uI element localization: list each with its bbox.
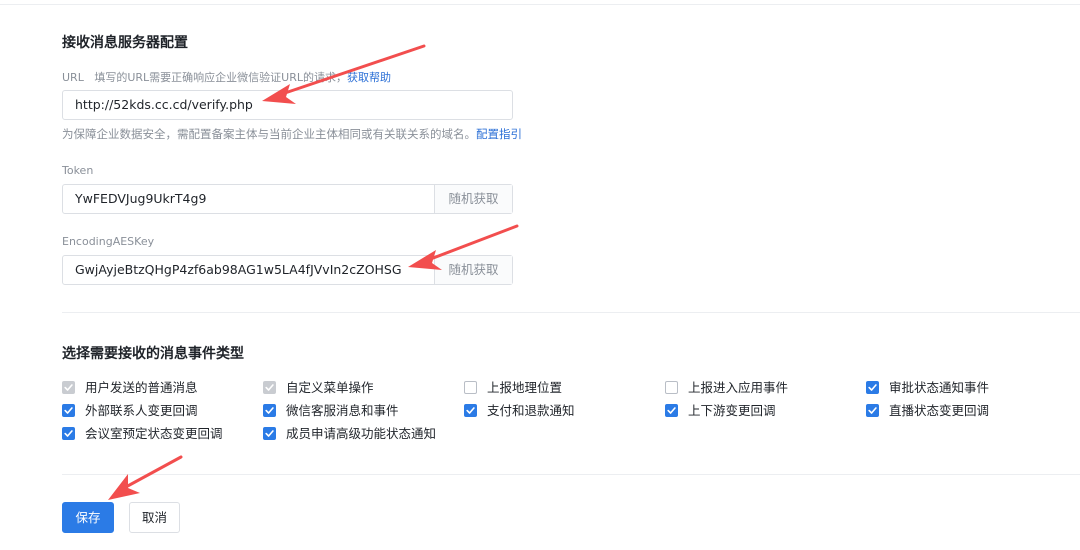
- event-checkbox: [263, 381, 276, 394]
- event-checkbox-label: 微信客服消息和事件: [286, 403, 399, 418]
- event-checkbox-label: 成员申请高级功能状态通知: [286, 426, 437, 441]
- event-checkbox[interactable]: [866, 404, 879, 417]
- event-checkbox-item[interactable]: 外部联系人变更回调: [62, 402, 252, 420]
- token-input-value: YwFEDVJug9UkrT4g9: [75, 191, 207, 206]
- url-label: URL: [62, 71, 84, 84]
- server-config-title: 接收消息服务器配置: [62, 35, 188, 51]
- event-checkbox[interactable]: [464, 381, 477, 394]
- event-checkbox[interactable]: [263, 404, 276, 417]
- event-checkbox-label: 上报地理位置: [487, 380, 563, 395]
- url-description: 填写的URL需要正确响应企业微信验证URL的请求，: [94, 71, 347, 84]
- url-label-row: URL 填写的URL需要正确响应企业微信验证URL的请求，获取帮助: [62, 69, 391, 85]
- event-checkbox[interactable]: [866, 381, 879, 394]
- event-checkbox-label: 上报进入应用事件: [688, 380, 789, 395]
- url-hint: 为保障企业数据安全，需配置备案主体与当前企业主体相同或有关联关系的域名。配置指引: [62, 126, 522, 142]
- event-checkbox[interactable]: [62, 404, 75, 417]
- event-checkbox-label: 支付和退款通知: [487, 403, 575, 418]
- url-input-value: http://52kds.cc.cd/verify.php: [75, 97, 253, 112]
- save-button[interactable]: 保存: [62, 502, 114, 533]
- event-checkbox-item[interactable]: 会议室预定状态变更回调: [62, 425, 252, 443]
- url-help-link[interactable]: 获取帮助: [347, 71, 391, 84]
- event-checkbox[interactable]: [665, 404, 678, 417]
- cancel-button[interactable]: 取消: [129, 502, 180, 533]
- actions-divider: [62, 474, 1080, 475]
- event-checkbox-label: 审批状态通知事件: [889, 380, 990, 395]
- event-checkbox: [62, 381, 75, 394]
- event-checkbox-item[interactable]: 上报地理位置: [464, 379, 654, 397]
- event-checkbox-label: 上下游变更回调: [688, 403, 776, 418]
- event-checkbox-item[interactable]: 支付和退款通知: [464, 402, 654, 420]
- url-guide-link[interactable]: 配置指引: [476, 127, 522, 141]
- event-checkbox-label: 直播状态变更回调: [889, 403, 990, 418]
- top-divider: [0, 4, 1080, 5]
- event-checkbox-item[interactable]: 微信客服消息和事件: [263, 402, 453, 420]
- event-checkbox-item[interactable]: 上报进入应用事件: [665, 379, 855, 397]
- event-checkbox[interactable]: [665, 381, 678, 394]
- event-checkbox[interactable]: [464, 404, 477, 417]
- token-random-button[interactable]: 随机获取: [434, 185, 512, 213]
- aes-key-random-button[interactable]: 随机获取: [434, 256, 512, 284]
- event-checkbox[interactable]: [62, 427, 75, 440]
- event-checkbox-item[interactable]: 上下游变更回调: [665, 402, 855, 420]
- aes-key-input-value: GwjAyjeBtzQHgP4zf6ab98AG1w5LA4fJVvIn2cZO…: [75, 262, 402, 277]
- url-hint-text: 为保障企业数据安全，需配置备案主体与当前企业主体相同或有关联关系的域名。: [62, 127, 476, 141]
- event-checkbox-item[interactable]: 直播状态变更回调: [866, 402, 1056, 420]
- event-checkbox-item[interactable]: 自定义菜单操作: [263, 379, 453, 397]
- event-checkbox[interactable]: [263, 427, 276, 440]
- event-checkbox-label: 外部联系人变更回调: [85, 403, 198, 418]
- event-checkbox-label: 自定义菜单操作: [286, 380, 374, 395]
- event-checkbox-label: 会议室预定状态变更回调: [85, 426, 223, 441]
- aes-key-input[interactable]: GwjAyjeBtzQHgP4zf6ab98AG1w5LA4fJVvIn2cZO…: [62, 255, 513, 285]
- arrow-to-save-icon: [108, 455, 183, 500]
- event-checkbox-item[interactable]: 成员申请高级功能状态通知: [263, 425, 453, 443]
- token-label: Token: [62, 164, 94, 177]
- event-checkbox-label: 用户发送的普通消息: [85, 380, 198, 395]
- token-input[interactable]: YwFEDVJug9UkrT4g9 随机获取: [62, 184, 513, 214]
- aes-key-label: EncodingAESKey: [62, 235, 155, 248]
- section-divider: [62, 312, 1080, 313]
- events-title: 选择需要接收的消息事件类型: [62, 346, 244, 362]
- event-checkbox-item[interactable]: 用户发送的普通消息: [62, 379, 252, 397]
- url-input[interactable]: http://52kds.cc.cd/verify.php: [62, 90, 513, 120]
- event-checkbox-item[interactable]: 审批状态通知事件: [866, 379, 1056, 397]
